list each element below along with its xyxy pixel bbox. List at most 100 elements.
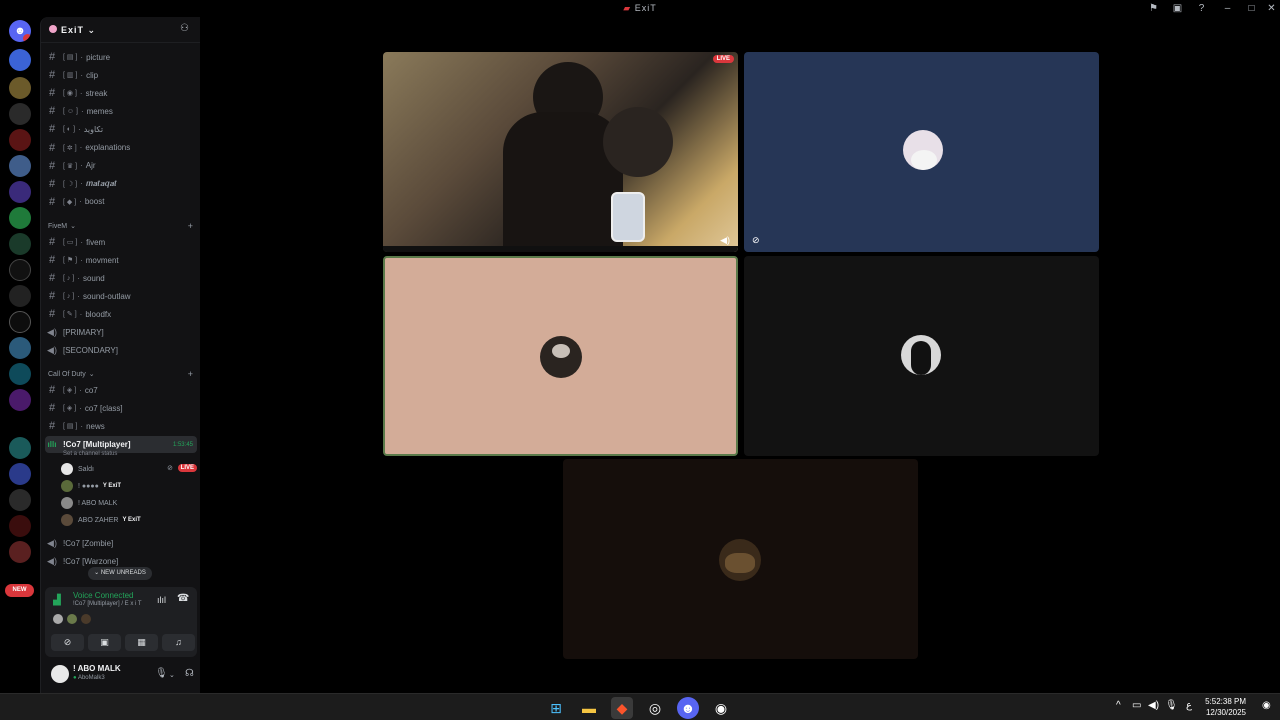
notification-icon[interactable]: ◉: [1262, 700, 1271, 711]
minimize-icon[interactable]: –: [1222, 3, 1233, 14]
server-icon-11[interactable]: [9, 311, 31, 333]
server-icon-15[interactable]: [9, 437, 31, 459]
plus-icon[interactable]: +: [188, 369, 193, 379]
server-icon-14[interactable]: [9, 389, 31, 411]
signal-icon[interactable]: ▟: [53, 595, 61, 606]
participant-avatar[interactable]: [53, 614, 63, 624]
server-icon-7[interactable]: [9, 207, 31, 229]
channel-0[interactable]: # [ ▤ ] · picture: [45, 49, 197, 65]
microphone-icon[interactable]: 🎙: [155, 668, 168, 679]
channel-fivem-0[interactable]: # [ ▭ ] · fivem: [45, 234, 197, 250]
noise-suppression-icon[interactable]: ılıl: [157, 595, 166, 605]
soundboard-button[interactable]: ♫: [162, 634, 195, 651]
language-indicator[interactable]: ع: [1186, 700, 1192, 711]
server-icon-17[interactable]: [9, 489, 31, 511]
video-tile-abo-malk[interactable]: [383, 256, 738, 456]
camera-off-button[interactable]: ⊘: [51, 634, 84, 651]
avatar[interactable]: [51, 665, 69, 683]
voice-user[interactable]: Saldı ⊘ LIVE: [61, 461, 201, 477]
headphones-icon[interactable]: ☊: [185, 668, 194, 679]
server-icon-8[interactable]: [9, 233, 31, 255]
chevron-down-icon: ⌄: [70, 223, 76, 230]
voice-user[interactable]: ! ●●●● Y ExiT: [61, 478, 201, 494]
chevron-down-icon[interactable]: ⌄: [169, 671, 175, 679]
user-name[interactable]: ! ABO MALK: [73, 664, 121, 673]
channel-5[interactable]: # [ ✲ ] · explanations: [45, 140, 197, 156]
voice-user[interactable]: ! ABO MALK: [61, 495, 201, 511]
new-servers-pill[interactable]: NEW: [5, 584, 34, 597]
server-icon-9[interactable]: [9, 259, 31, 281]
channel-4[interactable]: # [ ◐ ] · تكاويد: [45, 121, 197, 137]
server-icon-16[interactable]: [9, 463, 31, 485]
video-tile-user-2[interactable]: ⊘: [744, 52, 1099, 252]
channel-fivem-2[interactable]: # [ ♪ ] · sound: [45, 270, 197, 286]
speaker-icon[interactable]: ◀): [720, 235, 730, 246]
file-explorer-icon[interactable]: ▬: [578, 697, 600, 719]
voice-channel-secondary[interactable]: ◀) [SECONDARY]: [45, 342, 197, 358]
category-fivem[interactable]: FiveM ⌄ +: [48, 221, 193, 231]
close-icon[interactable]: ✕: [1266, 3, 1277, 14]
separator: ·: [79, 88, 83, 98]
clock[interactable]: 5:52:38 PM 12/30/2025: [1205, 696, 1246, 718]
video-tile-abo-zaher[interactable]: [563, 459, 918, 659]
channel-6[interactable]: # [ ♛ ] · Ajr: [45, 158, 197, 174]
chevron-up-icon[interactable]: ^: [1116, 700, 1121, 711]
channel-8[interactable]: # [ ◆ ] · boost: [45, 194, 197, 210]
server-icon-19[interactable]: [9, 541, 31, 563]
server-icon-5[interactable]: [9, 155, 31, 177]
video-tile-user-4[interactable]: [744, 256, 1099, 456]
inbox-icon[interactable]: ▣: [1172, 3, 1183, 14]
server-icon-4[interactable]: [9, 129, 31, 151]
participant-avatar[interactable]: [67, 614, 77, 624]
guild-header[interactable]: ExiT ⌄ ⚇: [41, 17, 201, 43]
steam-icon[interactable]: ◎: [644, 697, 666, 719]
voice-status[interactable]: Voice Connected: [73, 591, 134, 600]
category-label: Call Of Duty: [48, 371, 86, 378]
activities-button[interactable]: ▦: [125, 634, 158, 651]
server-icon-13[interactable]: [9, 363, 31, 385]
obs-icon[interactable]: ◉: [710, 697, 732, 719]
voice-channel-path[interactable]: !Co7 [Multiplayer] / E x i T: [73, 601, 142, 607]
channel-2[interactable]: # [ ◉ ] · streak: [45, 85, 197, 101]
server-icon-1[interactable]: [9, 49, 31, 71]
participant-avatar[interactable]: [81, 614, 91, 624]
windows-start-icon[interactable]: ⊞: [545, 697, 567, 719]
channel-3[interactable]: # [ ☺ ] · memes: [45, 103, 197, 119]
channel-cod-0[interactable]: # [ ◈ ] · co7: [45, 382, 197, 398]
channel-7[interactable]: # [ ☽ ] · 𝒎𝒂𝒕𝒂𝒒𝒂𝒕: [45, 176, 197, 192]
voice-user[interactable]: ABO ZAHER Y ExiT: [61, 512, 201, 528]
screen-share-button[interactable]: ▣: [88, 634, 121, 651]
category-call-of-duty[interactable]: Call Of Duty ⌄ +: [48, 369, 193, 379]
voice-channel-zombie[interactable]: ◀) !Co7 [Zombie]: [45, 535, 197, 551]
discord-home-icon[interactable]: ☻: [9, 20, 31, 42]
server-icon-3[interactable]: [9, 103, 31, 125]
microphone-icon[interactable]: 🎙: [1165, 700, 1178, 711]
voice-channel-primary[interactable]: ◀) [PRIMARY]: [45, 324, 197, 340]
flag-icon[interactable]: ⚑: [1148, 3, 1159, 14]
server-icon-18[interactable]: [9, 515, 31, 537]
server-icon-10[interactable]: [9, 285, 31, 307]
server-icon-2[interactable]: [9, 77, 31, 99]
channel-cod-1[interactable]: # [ ◈ ] · co7 [class]: [45, 400, 197, 416]
stream-tile-saldi[interactable]: LIVE ◀): [383, 52, 738, 252]
channel-fivem-1[interactable]: # [ ⚑ ] · movment: [45, 252, 197, 268]
help-icon[interactable]: ?: [1196, 3, 1207, 14]
channel-fivem-4[interactable]: # [ ✎ ] · bloodfx: [45, 306, 197, 322]
discord-icon[interactable]: ☻: [677, 697, 699, 719]
maximize-icon[interactable]: □: [1246, 3, 1257, 14]
plus-icon[interactable]: +: [188, 221, 193, 231]
disconnect-icon[interactable]: ☎: [177, 593, 189, 604]
channel-label: !Co7 [Warzone]: [63, 556, 119, 566]
server-icon-12[interactable]: [9, 337, 31, 359]
channel-status[interactable]: Set a channel status: [63, 451, 117, 457]
category-label: FiveM: [48, 223, 68, 230]
channel-cod-2[interactable]: # [ ▤ ] · news: [45, 418, 197, 434]
new-unreads-pill[interactable]: ⌄ NEW UNREADS: [88, 567, 152, 580]
channel-fivem-3[interactable]: # [ ♪ ] · sound-outlaw: [45, 288, 197, 304]
display-icon[interactable]: ▭: [1132, 700, 1141, 711]
add-member-icon[interactable]: ⚇: [180, 23, 189, 34]
volume-icon[interactable]: ◀): [1148, 700, 1159, 711]
brave-icon[interactable]: ◆: [611, 697, 633, 719]
channel-1[interactable]: # [ ▥ ] · clip: [45, 67, 197, 83]
server-icon-6[interactable]: [9, 181, 31, 203]
